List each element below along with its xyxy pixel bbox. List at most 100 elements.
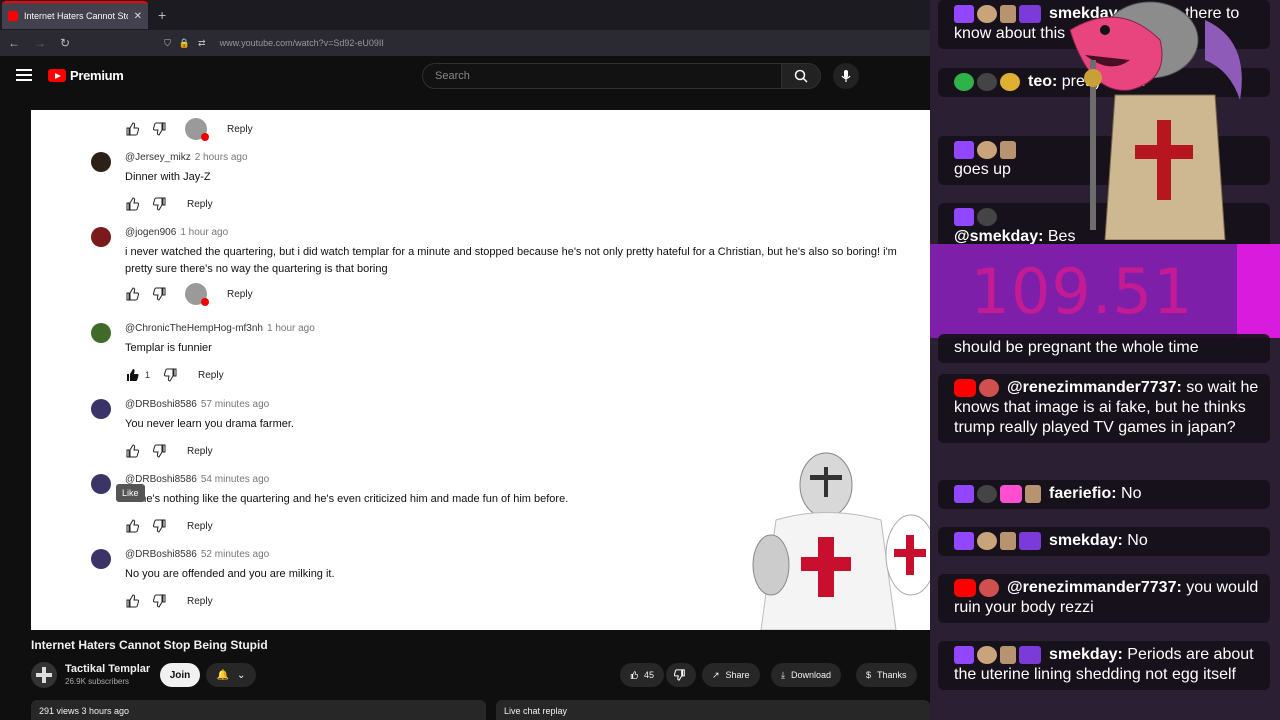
download-button[interactable]: ⤓ Download bbox=[771, 663, 842, 687]
avatar[interactable] bbox=[91, 152, 111, 172]
comment-author[interactable]: @Jersey_mikz 2 hours ago bbox=[125, 152, 248, 163]
reply-button[interactable]: Reply bbox=[187, 521, 213, 532]
notifications-button[interactable]: 🔔 ⌄ bbox=[206, 663, 256, 687]
address-bar[interactable]: ⛉ 🔒 ⇄ www.youtube.com/watch?v=Sd92-eU09I… bbox=[164, 38, 384, 49]
microphone-icon bbox=[841, 70, 851, 82]
avatar[interactable] bbox=[91, 227, 111, 247]
shield-icon: ⛉ bbox=[164, 37, 171, 48]
bell-icon: 🔔 bbox=[216, 669, 230, 681]
twitch-icon bbox=[954, 207, 974, 226]
author-handle[interactable]: @ChronicTheHempHog-mf3nh bbox=[125, 323, 263, 334]
comment-author[interactable]: @DRBoshi8586 57 minutes ago bbox=[125, 399, 269, 410]
reply-button[interactable]: Reply bbox=[187, 199, 213, 210]
youtube-icon bbox=[954, 578, 976, 597]
video-player[interactable]: Reply @Jersey_mikz 2 hours ago Dinner wit… bbox=[31, 110, 930, 630]
dislike-icon[interactable] bbox=[153, 594, 167, 608]
share-label: Share bbox=[725, 670, 750, 680]
dislike-button[interactable] bbox=[666, 663, 696, 687]
like-icon[interactable] bbox=[125, 122, 139, 136]
reply-button[interactable]: Reply bbox=[227, 289, 253, 300]
subscriber-badge-icon bbox=[1019, 531, 1041, 550]
like-icon[interactable] bbox=[125, 287, 139, 301]
comment-author[interactable]: @jogen906 1 hour ago bbox=[125, 227, 228, 238]
chat-username: faeriefio: bbox=[1049, 485, 1117, 502]
forward-icon[interactable]: → bbox=[34, 36, 46, 50]
reply-button[interactable]: Reply bbox=[187, 446, 213, 457]
dislike-icon[interactable] bbox=[153, 287, 167, 301]
video-title: Internet Haters Cannot Stop Being Stupid bbox=[31, 638, 268, 652]
xbox-icon bbox=[954, 72, 974, 91]
pink-dolphin-knight-mascot bbox=[1069, 1, 1242, 240]
chat-badges bbox=[954, 578, 999, 597]
comment-time[interactable]: 1 hour ago bbox=[180, 227, 228, 238]
comment-time[interactable]: 57 minutes ago bbox=[201, 399, 269, 410]
comment-actions: Reply bbox=[125, 518, 213, 534]
like-icon[interactable] bbox=[125, 444, 139, 458]
dislike-icon bbox=[674, 669, 685, 681]
avatar[interactable] bbox=[91, 323, 111, 343]
comment-author[interactable]: @ChronicTheHempHog-mf3nh 1 hour ago bbox=[125, 323, 315, 334]
figure-badge-icon bbox=[1025, 484, 1041, 503]
channel-avatar[interactable] bbox=[31, 662, 57, 688]
close-tab-icon[interactable]: ✕ bbox=[134, 11, 142, 22]
dislike-icon[interactable] bbox=[153, 444, 167, 458]
channel-name[interactable]: Tactikal Templar bbox=[65, 663, 150, 675]
chat-username: @renezimmander7737: bbox=[1007, 379, 1182, 396]
chat-username: smekday: bbox=[1049, 532, 1123, 549]
author-handle[interactable]: @Jersey_mikz bbox=[125, 152, 191, 163]
figure-badge-icon bbox=[1000, 645, 1016, 664]
chat-text: should be pregnant the whole time bbox=[954, 339, 1199, 356]
logo-text: Premium bbox=[70, 68, 124, 83]
reply-button[interactable]: Reply bbox=[198, 370, 224, 381]
search-button[interactable] bbox=[781, 63, 821, 89]
comment-time[interactable]: 2 hours ago bbox=[195, 152, 248, 163]
chat-username: smekday: bbox=[1049, 646, 1123, 663]
comment-time[interactable]: 1 hour ago bbox=[267, 323, 315, 334]
search-input[interactable]: Search bbox=[422, 63, 782, 89]
thanks-button[interactable]: $ Thanks bbox=[856, 663, 917, 687]
comment-time[interactable]: 52 minutes ago bbox=[201, 549, 269, 560]
author-handle[interactable]: @DRBoshi8586 bbox=[125, 399, 197, 410]
comment-author[interactable]: @DRBoshi8586 52 minutes ago bbox=[125, 549, 269, 560]
like-filled-icon[interactable] bbox=[125, 368, 139, 382]
comment-text: Templar is funnier bbox=[125, 342, 212, 354]
thanks-label: Thanks bbox=[877, 670, 907, 680]
like-icon[interactable] bbox=[125, 197, 139, 211]
chat-message: @renezimmander7737: so wait he knows tha… bbox=[938, 374, 1270, 443]
like-icon[interactable] bbox=[125, 519, 139, 533]
mask-badge-icon bbox=[977, 207, 997, 226]
twitch-icon bbox=[954, 531, 974, 550]
comment-time[interactable]: 54 minutes ago bbox=[201, 474, 269, 485]
reload-icon[interactable]: ↻ bbox=[60, 36, 70, 50]
youtube-logo[interactable]: Premium bbox=[48, 68, 124, 83]
share-button[interactable]: ↗ Share bbox=[702, 663, 760, 687]
author-handle[interactable]: @DRBoshi8586 bbox=[125, 549, 197, 560]
comment-author[interactable]: @DRBoshi8586 54 minutes ago bbox=[125, 474, 269, 485]
avatar[interactable] bbox=[91, 549, 111, 569]
avatar[interactable] bbox=[91, 399, 111, 419]
like-button[interactable]: 45 bbox=[620, 663, 664, 687]
browser-tab[interactable]: Internet Haters Cannot Stop Be ✕ bbox=[2, 1, 148, 29]
chat-message: smekday: No bbox=[938, 527, 1270, 556]
new-tab-button[interactable]: + bbox=[158, 7, 166, 23]
video-stats[interactable]: 291 views 3 hours ago bbox=[31, 700, 486, 720]
user-avatar-icon bbox=[977, 531, 997, 550]
menu-icon[interactable] bbox=[16, 69, 32, 81]
gem-badge-icon bbox=[1000, 484, 1022, 503]
reply-button[interactable]: Reply bbox=[187, 596, 213, 607]
voice-search-button[interactable] bbox=[833, 63, 859, 89]
url-text[interactable]: www.youtube.com/watch?v=Sd92-eU09II bbox=[220, 38, 384, 48]
author-handle[interactable]: @jogen906 bbox=[125, 227, 176, 238]
dislike-icon[interactable] bbox=[164, 368, 178, 382]
avatar[interactable] bbox=[91, 474, 111, 494]
user-avatar-icon bbox=[979, 378, 999, 397]
dislike-icon[interactable] bbox=[153, 197, 167, 211]
dislike-icon[interactable] bbox=[153, 122, 167, 136]
dislike-icon[interactable] bbox=[153, 519, 167, 533]
back-icon[interactable]: ← bbox=[8, 36, 20, 50]
reply-button[interactable]: Reply bbox=[227, 124, 253, 135]
comment-actions: Reply bbox=[125, 593, 213, 609]
like-icon[interactable] bbox=[125, 594, 139, 608]
join-button[interactable]: Join bbox=[160, 663, 200, 687]
live-chat-replay[interactable]: Live chat replay bbox=[496, 700, 930, 720]
